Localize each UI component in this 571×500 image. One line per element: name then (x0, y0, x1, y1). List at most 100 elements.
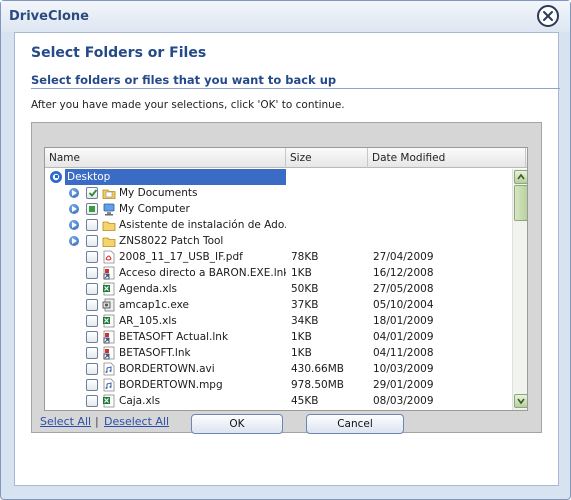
file-list-frame: Name Size Date Modified Desktop My Docume… (31, 122, 542, 433)
item-size: 78KB (291, 251, 319, 263)
item-name: AR_105.xls (119, 315, 177, 327)
scroll-thumb[interactable] (514, 185, 527, 221)
item-checkbox[interactable] (86, 363, 98, 375)
tree-row[interactable]: BORDERTOWN.avi 430.66MB 10/03/2009 (45, 361, 512, 377)
folder-icon (102, 218, 116, 232)
item-date: 27/04/2009 (373, 251, 434, 263)
item-size: 1KB (291, 347, 312, 359)
app-title: DriveClone (9, 9, 89, 24)
tree-row[interactable]: BETASOFT Actual.lnk 1KB 04/01/2009 (45, 329, 512, 345)
tree-row[interactable]: ZNS8022 Patch Tool (45, 233, 512, 249)
item-checkbox[interactable] (86, 331, 98, 343)
tree-row[interactable]: Caja.xls 45KB 08/03/2009 (45, 393, 512, 409)
item-checkbox[interactable] (86, 251, 98, 263)
tree-row[interactable]: amcap1c.exe 37KB 05/10/2004 (45, 297, 512, 313)
divider (31, 88, 560, 89)
column-headers: Name Size Date Modified (45, 148, 527, 168)
tree-row[interactable]: My Documents (45, 185, 512, 201)
item-checkbox[interactable] (86, 283, 98, 295)
item-checkbox[interactable] (86, 299, 98, 311)
tree-row[interactable]: Asistente de instalación de Ado... (45, 217, 512, 233)
shortcut-file-icon (102, 346, 116, 360)
item-date: 27/05/2008 (373, 283, 434, 295)
item-checkbox[interactable] (86, 187, 98, 199)
cancel-button[interactable]: Cancel (306, 414, 404, 434)
driveclone-window: DriveClone Select Folders or Files Selec… (0, 0, 571, 500)
item-date: 04/01/2009 (373, 331, 434, 343)
item-name: BETASOFT Actual.lnk (119, 331, 229, 343)
item-checkbox[interactable] (86, 395, 98, 407)
tree-row[interactable]: BORDERTOWN.mpg 978.50MB 29/01/2009 (45, 377, 512, 393)
item-size: 45KB (291, 395, 319, 407)
shortcut-file-icon (102, 330, 116, 344)
item-date: 05/10/2004 (373, 299, 434, 311)
tree-row[interactable]: 2008_11_17_USB_IF.pdf 78KB 27/04/2009 (45, 249, 512, 265)
select-all-link[interactable]: Select All (40, 415, 91, 428)
scroll-down-button[interactable] (514, 394, 527, 408)
dialog-heading: Select Folders or Files (31, 45, 207, 61)
excel-file-icon (102, 394, 116, 408)
computer-icon (102, 202, 116, 216)
expand-toggle-icon[interactable] (69, 204, 79, 214)
ok-button[interactable]: OK (191, 414, 283, 434)
tree-row[interactable]: Agenda.xls 50KB 27/05/2008 (45, 281, 512, 297)
tree-row[interactable]: BETASOFT.lnk 1KB 04/11/2008 (45, 345, 512, 361)
column-header-name[interactable]: Name (45, 148, 286, 168)
item-name: Acceso directo a BARON.EXE.lnk (119, 267, 286, 279)
item-name: My Computer (119, 203, 190, 215)
item-size: 430.66MB (291, 363, 345, 375)
expand-toggle-icon[interactable] (69, 220, 79, 230)
vertical-scrollbar[interactable] (512, 169, 527, 410)
close-button[interactable] (537, 5, 559, 27)
tree-row[interactable]: My Computer (45, 201, 512, 217)
chevron-up-icon (517, 173, 525, 180)
instructions-text: After you have made your selections, cli… (31, 99, 345, 111)
tree-row[interactable]: Desktop (45, 169, 512, 185)
item-date: 29/01/2009 (373, 379, 434, 391)
item-size: 37KB (291, 299, 319, 311)
item-size: 1KB (291, 267, 312, 279)
chevron-down-icon (517, 398, 525, 405)
item-name: 2008_11_17_USB_IF.pdf (119, 251, 243, 263)
item-size: 978.50MB (291, 379, 345, 391)
column-header-size[interactable]: Size (286, 148, 368, 168)
excel-file-icon (102, 282, 116, 296)
item-name: My Documents (119, 187, 198, 199)
title-bar: DriveClone (1, 1, 570, 32)
close-icon (543, 11, 553, 21)
item-checkbox[interactable] (86, 347, 98, 359)
link-separator: | (95, 415, 99, 428)
item-name: Caja.xls (119, 395, 161, 407)
item-checkbox[interactable] (86, 267, 98, 279)
item-date: 18/01/2009 (373, 315, 434, 327)
item-checkbox[interactable] (86, 315, 98, 327)
tree-row[interactable]: AR_105.xls 34KB 18/01/2009 (45, 313, 512, 329)
item-checkbox[interactable] (86, 219, 98, 231)
desktop-icon (49, 170, 63, 184)
item-checkbox[interactable] (86, 379, 98, 391)
item-name: BORDERTOWN.avi (119, 363, 215, 375)
item-date: 08/03/2009 (373, 395, 434, 407)
expand-toggle-icon[interactable] (69, 236, 79, 246)
shortcut-file-icon (102, 266, 116, 280)
item-size: 50KB (291, 283, 319, 295)
dialog-panel: Select Folders or Files Select folders o… (14, 32, 560, 486)
item-date: 16/12/2008 (373, 267, 434, 279)
item-name: Asistente de instalación de Ado... (119, 219, 286, 231)
item-name: Agenda.xls (119, 283, 178, 295)
folder-icon (102, 234, 116, 248)
deselect-all-link[interactable]: Deselect All (104, 415, 169, 428)
dialog-subheading: Select folders or files that you want to… (31, 73, 337, 87)
expand-toggle-icon[interactable] (69, 188, 79, 198)
item-name: amcap1c.exe (119, 299, 189, 311)
item-name: ZNS8022 Patch Tool (119, 235, 224, 247)
excel-file-icon (102, 314, 116, 328)
item-checkbox[interactable] (86, 203, 98, 215)
item-checkbox[interactable] (86, 235, 98, 247)
column-header-date[interactable]: Date Modified (368, 148, 526, 168)
scroll-up-button[interactable] (514, 170, 527, 184)
media-file-icon (102, 378, 116, 392)
item-date: 04/11/2008 (373, 347, 434, 359)
tree-row[interactable]: Acceso directo a BARON.EXE.lnk 1KB 16/12/2… (45, 265, 512, 281)
file-tree-list: Name Size Date Modified Desktop My Docume… (44, 147, 528, 411)
